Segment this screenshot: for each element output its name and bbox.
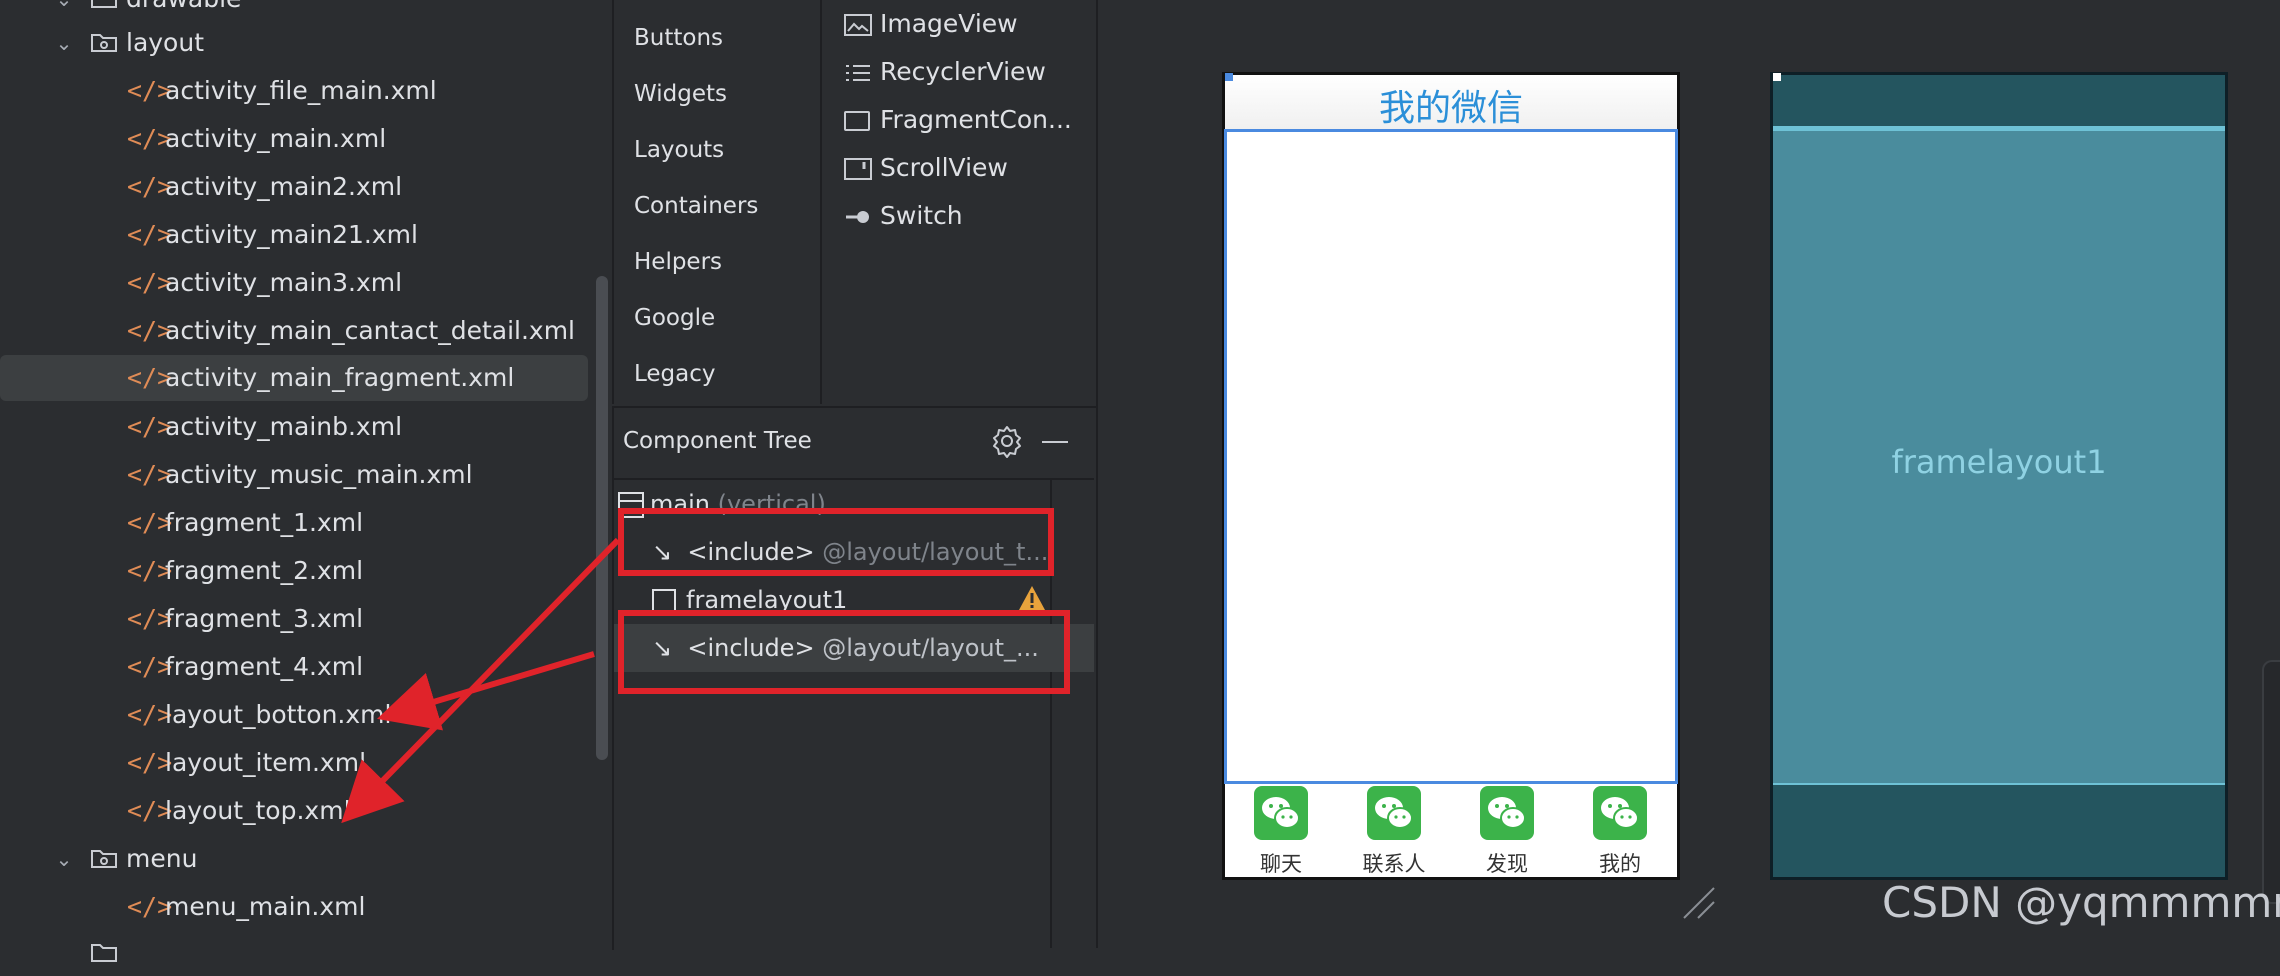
side-toolbar[interactable] bbox=[2262, 660, 2280, 904]
preview-top-bar[interactable]: 我的微信 bbox=[1225, 75, 1677, 129]
palette-item-scrollview[interactable]: ScrollView bbox=[844, 146, 1008, 190]
chevron-down-icon[interactable]: ⌄ bbox=[52, 0, 76, 22]
folder-icon bbox=[91, 944, 117, 962]
palette-item-imageview[interactable]: ImageView bbox=[844, 2, 1018, 46]
tree-file[interactable]: </> activity_file_main.xml bbox=[0, 68, 588, 114]
tree-file[interactable]: </> activity_main21.xml bbox=[0, 212, 588, 258]
scrollview-icon bbox=[844, 158, 872, 180]
tree-folder-layout[interactable]: ⌄ layout bbox=[0, 20, 588, 66]
tree-file[interactable]: </> activity_main.xml bbox=[0, 116, 588, 162]
wechat-icon bbox=[1254, 786, 1308, 840]
tab-contacts[interactable]: 联系人 bbox=[1339, 786, 1449, 880]
folder-icon bbox=[91, 0, 117, 8]
selection-handle[interactable] bbox=[1225, 73, 1233, 81]
palette-category[interactable]: Widgets bbox=[634, 74, 727, 114]
tree-file[interactable]: </> fragment_2.xml bbox=[0, 548, 588, 594]
wechat-icon bbox=[1593, 786, 1647, 840]
palette-category[interactable]: Legacy bbox=[634, 354, 716, 394]
palette-item-switch[interactable]: Switch bbox=[844, 194, 963, 238]
tree-folder-menu[interactable]: ⌄ menu bbox=[0, 836, 588, 882]
project-tree-panel: ⌄ drawable ⌄ layout </>activity_file_mai… bbox=[0, 0, 610, 962]
tab-chat[interactable]: 聊天 bbox=[1226, 786, 1336, 880]
palette-category[interactable]: Helpers bbox=[634, 242, 722, 282]
annotation-box-top bbox=[618, 508, 1054, 576]
component-tree-header: Component Tree bbox=[612, 408, 1094, 480]
tree-folder-partial[interactable] bbox=[0, 930, 588, 976]
tab-discover[interactable]: 发现 bbox=[1452, 786, 1562, 880]
image-view-icon bbox=[844, 14, 872, 36]
folder-icon bbox=[91, 34, 117, 52]
tree-file[interactable]: </> activity_mainb.xml bbox=[0, 404, 588, 450]
tree-label: layout bbox=[126, 28, 205, 57]
palette-category[interactable]: Google bbox=[634, 298, 715, 338]
palette-category[interactable]: Layouts bbox=[634, 130, 724, 170]
blueprint-bottom-include[interactable] bbox=[1773, 785, 2225, 877]
blueprint-top-include[interactable] bbox=[1773, 75, 2225, 129]
tree-file[interactable]: </> fragment_3.xml bbox=[0, 596, 588, 642]
tree-file[interactable]: </> activity_main2.xml bbox=[0, 164, 588, 210]
tree-file[interactable]: </> menu_main.xml bbox=[0, 884, 588, 930]
switch-icon bbox=[846, 211, 869, 223]
minimize-icon[interactable] bbox=[1042, 441, 1068, 443]
tree-file[interactable]: </> layout_item.xml bbox=[0, 740, 588, 786]
folder-icon bbox=[91, 850, 117, 868]
tree-folder-drawable[interactable]: ⌄ drawable bbox=[0, 0, 588, 22]
chevron-down-icon[interactable]: ⌄ bbox=[52, 20, 76, 66]
wechat-icon bbox=[1480, 786, 1534, 840]
wechat-icon bbox=[1367, 786, 1421, 840]
preview-framelayout[interactable] bbox=[1224, 129, 1678, 784]
annotation-box-bottom bbox=[618, 610, 1070, 694]
component-tree-title: Component Tree bbox=[623, 428, 812, 454]
tree-file-selected[interactable]: </> activity_main_fragment.xml bbox=[0, 355, 588, 401]
list-icon bbox=[846, 65, 870, 81]
palette-category[interactable]: Buttons bbox=[634, 18, 723, 58]
palette-category[interactable]: Containers bbox=[634, 186, 758, 226]
tab-me[interactable]: 我的 bbox=[1565, 786, 1675, 880]
preview-title: 我的微信 bbox=[1378, 88, 1523, 129]
fragment-icon bbox=[844, 111, 870, 131]
tree-scrollbar[interactable] bbox=[596, 276, 608, 760]
blueprint-label: framelayout1 bbox=[1891, 443, 2107, 481]
tree-file[interactable]: </> activity_music_main.xml bbox=[0, 452, 588, 498]
palette-item-recyclerview[interactable]: RecyclerView bbox=[844, 50, 1046, 94]
palette-item-fragment[interactable]: FragmentCon... bbox=[844, 98, 1072, 142]
watermark-text: CSDN @yqmmmmm bbox=[1882, 878, 2280, 927]
selection-handle[interactable] bbox=[1773, 73, 1781, 81]
tree-file-layout-botton[interactable]: </> layout_botton.xml bbox=[0, 692, 588, 738]
tree-label: drawable bbox=[126, 0, 241, 22]
tree-file[interactable]: </> fragment_1.xml bbox=[0, 500, 588, 546]
tree-file-layout-top[interactable]: </> layout_top.xml bbox=[0, 788, 588, 834]
palette-categories: Buttons Widgets Layouts Containers Helpe… bbox=[612, 0, 822, 404]
resize-handle-icon[interactable] bbox=[1680, 884, 1718, 922]
tree-file[interactable]: </> activity_main_cantact_detail.xml bbox=[0, 308, 588, 354]
tree-file[interactable]: </> activity_main3.xml bbox=[0, 260, 588, 306]
blueprint-framelayout[interactable]: framelayout1 bbox=[1773, 129, 2225, 785]
warning-icon[interactable] bbox=[1018, 585, 1046, 611]
tree-file[interactable]: </> fragment_4.xml bbox=[0, 644, 588, 690]
gear-icon[interactable] bbox=[990, 424, 1024, 458]
chevron-down-icon[interactable]: ⌄ bbox=[52, 836, 76, 882]
